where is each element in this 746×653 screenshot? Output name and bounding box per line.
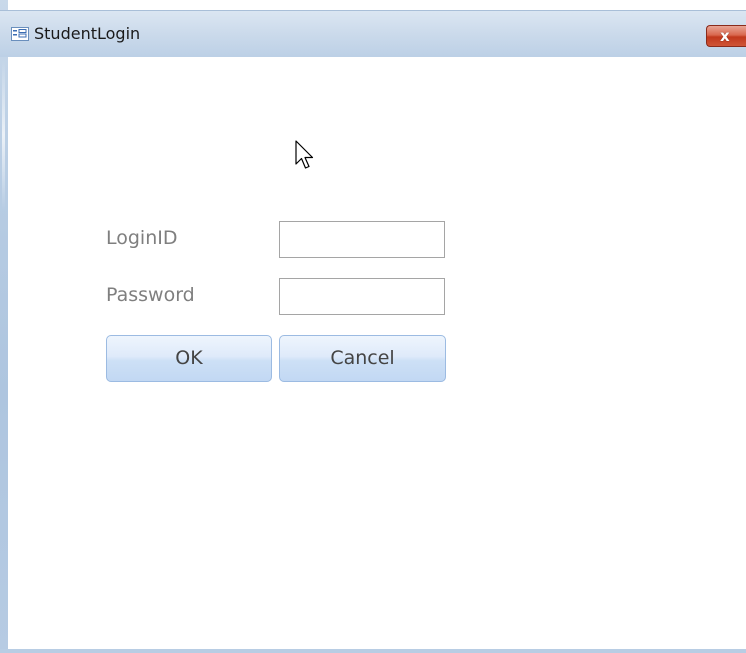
mouse-pointer-icon [295, 140, 314, 169]
close-icon: x [720, 27, 730, 45]
password-input[interactable] [279, 278, 445, 315]
window-bottom-frame [0, 649, 746, 653]
window-left-frame [0, 0, 8, 653]
form-icon [11, 27, 29, 41]
form-body: LoginID Password OK Cancel [8, 57, 746, 649]
password-label: Password [106, 284, 195, 306]
frame-highlight [2, 60, 5, 210]
cancel-button[interactable]: Cancel [279, 335, 446, 382]
login-id-label: LoginID [106, 227, 178, 249]
title-bar[interactable]: StudentLogin x [0, 10, 746, 57]
window-title: StudentLogin [34, 24, 141, 43]
student-login-window: StudentLogin x LoginID Password OK Cance… [0, 0, 746, 653]
ok-button[interactable]: OK [106, 335, 272, 382]
login-id-input[interactable] [279, 221, 445, 258]
close-button[interactable]: x [706, 25, 746, 47]
